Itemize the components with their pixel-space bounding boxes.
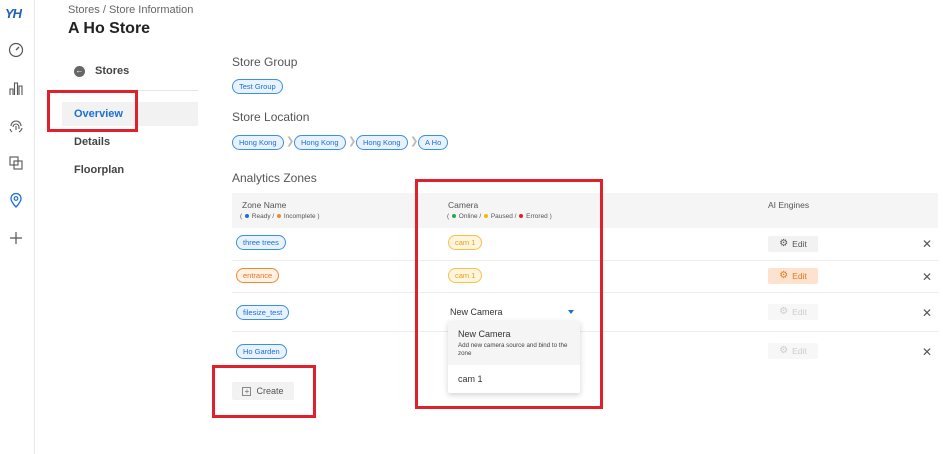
option-description: Add new camera source and bind to the zo…	[458, 342, 568, 357]
zone-tag[interactable]: three trees	[236, 235, 286, 250]
camera-select-value: New Camera	[450, 307, 503, 317]
gauge-icon[interactable]	[7, 41, 25, 59]
close-icon[interactable]: ✕	[922, 346, 932, 358]
close-icon[interactable]: ✕	[922, 271, 932, 283]
edit-label: Edit	[792, 239, 807, 249]
gear-icon: ⚙	[779, 345, 789, 356]
fingerprint-icon[interactable]	[7, 117, 25, 135]
zone-tag[interactable]: Ho Garden	[236, 344, 287, 359]
legend-open: (	[447, 213, 450, 220]
incomplete-dot	[277, 213, 282, 218]
page-title: A Ho Store	[68, 20, 151, 37]
ai-engines-header: AI Engines	[768, 200, 810, 210]
dropdown-option-cam1[interactable]: cam 1	[458, 374, 483, 384]
legend-errored: Errored )	[526, 213, 552, 220]
table-row	[232, 332, 938, 370]
store-group-label: Store Group	[232, 55, 298, 69]
ready-dot	[244, 213, 249, 218]
app-logo[interactable]: YH	[5, 6, 29, 21]
back-to-stores-link[interactable]: ← Stores	[74, 64, 129, 78]
edit-label: Edit	[792, 271, 807, 281]
dropdown-option-new-camera[interactable]: New Camera Add new camera source and bin…	[448, 321, 580, 365]
zone-tag[interactable]: entrance	[236, 268, 280, 283]
zone-name-header: Zone Name	[242, 200, 287, 210]
edit-engines-button[interactable]: ⚙ Edit	[768, 304, 818, 320]
sidebar-item-details[interactable]: Details	[62, 130, 198, 154]
bar-chart-icon[interactable]	[7, 79, 25, 97]
create-zone-button[interactable]: + Create	[232, 382, 294, 400]
legend-incomplete: Incomplete )	[283, 213, 320, 220]
legend-open: (	[240, 213, 243, 220]
gear-icon: ⚙	[779, 270, 789, 281]
legend-ready: Ready /	[251, 213, 275, 220]
camera-header: Camera	[448, 200, 479, 210]
store-group-tag[interactable]: Test Group	[232, 79, 283, 94]
camera-tag[interactable]: cam 1	[448, 235, 483, 250]
errored-dot	[519, 213, 524, 218]
table-row	[232, 261, 938, 293]
divider	[62, 90, 198, 91]
legend-paused: Paused /	[490, 213, 517, 220]
gear-icon: ⚙	[779, 238, 789, 249]
gear-icon: ⚙	[779, 306, 789, 317]
legend-online: Online /	[458, 213, 482, 220]
store-location-label: Store Location	[232, 110, 310, 124]
camera-dropdown-menu: New Camera Add new camera source and bin…	[448, 321, 580, 393]
close-icon[interactable]: ✕	[922, 307, 932, 319]
back-label: Stores	[95, 65, 130, 77]
sidebar-item-floorplan[interactable]: Floorplan	[62, 158, 198, 182]
nav-rail: YH	[0, 0, 35, 454]
option-title: New Camera	[458, 329, 511, 339]
close-icon[interactable]: ✕	[922, 238, 932, 250]
caret-down-icon	[568, 310, 574, 314]
camera-status-legend: ( Online / Paused / Errored )	[447, 213, 552, 220]
edit-label: Edit	[792, 346, 807, 356]
location-tag-region[interactable]: Hong Kong	[232, 135, 284, 150]
create-label: Create	[256, 386, 284, 396]
edit-label: Edit	[792, 307, 807, 317]
location-tag-store[interactable]: A Ho	[418, 135, 449, 150]
camera-select[interactable]: New Camera	[448, 304, 580, 320]
table-row	[232, 228, 938, 261]
layers-icon[interactable]	[7, 154, 25, 172]
online-dot	[451, 213, 456, 218]
zone-tag[interactable]: filesize_test	[236, 305, 290, 320]
plus-icon[interactable]	[7, 229, 25, 247]
sidebar-item-overview[interactable]: Overview	[62, 102, 198, 126]
table-header	[232, 193, 938, 228]
location-tag-district[interactable]: Hong Kong	[356, 135, 408, 150]
analytics-zones-label: Analytics Zones	[232, 171, 317, 185]
zone-status-legend: ( Ready / Incomplete )	[240, 213, 320, 220]
breadcrumb[interactable]: Stores / Store Information	[68, 4, 193, 16]
edit-engines-button[interactable]: ⚙ Edit	[768, 236, 818, 252]
edit-engines-button[interactable]: ⚙ Edit	[768, 268, 818, 284]
location-pin-icon[interactable]	[7, 191, 25, 209]
location-tag-city[interactable]: Hong Kong	[294, 135, 346, 150]
edit-engines-button[interactable]: ⚙ Edit	[768, 343, 818, 359]
table-row	[232, 293, 938, 332]
arrow-left-icon: ←	[74, 65, 85, 77]
plus-square-icon: +	[242, 386, 252, 396]
camera-tag[interactable]: cam 1	[448, 268, 483, 283]
paused-dot	[484, 213, 489, 218]
